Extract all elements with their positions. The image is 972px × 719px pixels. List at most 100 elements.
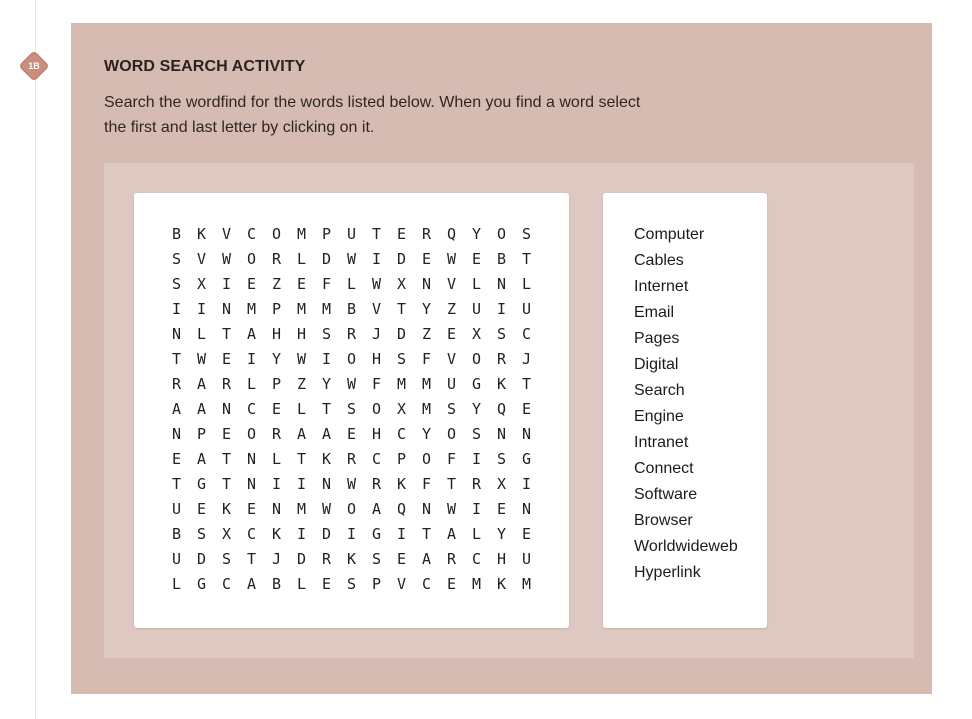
- grid-letter-cell[interactable]: C: [239, 522, 264, 547]
- grid-letter-cell[interactable]: E: [514, 397, 539, 422]
- grid-letter-cell[interactable]: F: [414, 347, 439, 372]
- grid-letter-cell[interactable]: I: [314, 347, 339, 372]
- grid-letter-cell[interactable]: E: [439, 572, 464, 597]
- grid-letter-cell[interactable]: Z: [414, 322, 439, 347]
- grid-letter-cell[interactable]: S: [464, 422, 489, 447]
- grid-letter-cell[interactable]: L: [264, 447, 289, 472]
- grid-letter-cell[interactable]: R: [439, 547, 464, 572]
- grid-letter-cell[interactable]: N: [514, 422, 539, 447]
- grid-letter-cell[interactable]: M: [239, 297, 264, 322]
- grid-letter-cell[interactable]: R: [164, 372, 189, 397]
- grid-letter-cell[interactable]: D: [389, 247, 414, 272]
- grid-letter-cell[interactable]: A: [239, 322, 264, 347]
- grid-letter-cell[interactable]: T: [414, 522, 439, 547]
- grid-letter-cell[interactable]: W: [314, 497, 339, 522]
- grid-letter-cell[interactable]: S: [489, 322, 514, 347]
- grid-letter-cell[interactable]: X: [464, 322, 489, 347]
- grid-letter-cell[interactable]: M: [389, 372, 414, 397]
- grid-letter-cell[interactable]: X: [489, 472, 514, 497]
- grid-letter-cell[interactable]: S: [364, 547, 389, 572]
- grid-letter-cell[interactable]: S: [214, 547, 239, 572]
- grid-letter-cell[interactable]: B: [489, 247, 514, 272]
- grid-letter-cell[interactable]: O: [239, 422, 264, 447]
- grid-letter-cell[interactable]: P: [364, 572, 389, 597]
- grid-letter-cell[interactable]: A: [189, 447, 214, 472]
- grid-letter-cell[interactable]: I: [339, 522, 364, 547]
- grid-letter-cell[interactable]: N: [164, 322, 189, 347]
- grid-letter-cell[interactable]: K: [489, 572, 514, 597]
- grid-letter-cell[interactable]: P: [189, 422, 214, 447]
- grid-letter-cell[interactable]: R: [264, 422, 289, 447]
- grid-letter-cell[interactable]: B: [164, 222, 189, 247]
- grid-letter-cell[interactable]: W: [439, 497, 464, 522]
- grid-letter-cell[interactable]: K: [214, 497, 239, 522]
- grid-letter-cell[interactable]: A: [164, 397, 189, 422]
- grid-letter-cell[interactable]: O: [264, 222, 289, 247]
- grid-letter-cell[interactable]: O: [239, 247, 264, 272]
- grid-letter-cell[interactable]: K: [314, 447, 339, 472]
- grid-letter-cell[interactable]: O: [489, 222, 514, 247]
- grid-letter-cell[interactable]: J: [364, 322, 389, 347]
- grid-letter-cell[interactable]: A: [289, 422, 314, 447]
- grid-letter-cell[interactable]: L: [514, 272, 539, 297]
- grid-letter-cell[interactable]: I: [514, 472, 539, 497]
- grid-letter-cell[interactable]: G: [514, 447, 539, 472]
- grid-letter-cell[interactable]: T: [314, 397, 339, 422]
- grid-letter-cell[interactable]: D: [314, 247, 339, 272]
- grid-letter-cell[interactable]: V: [389, 572, 414, 597]
- grid-letter-cell[interactable]: A: [189, 372, 214, 397]
- grid-letter-cell[interactable]: A: [189, 397, 214, 422]
- grid-letter-cell[interactable]: T: [164, 347, 189, 372]
- grid-letter-cell[interactable]: Y: [414, 297, 439, 322]
- grid-letter-cell[interactable]: N: [214, 397, 239, 422]
- grid-letter-cell[interactable]: M: [314, 297, 339, 322]
- grid-letter-cell[interactable]: W: [289, 347, 314, 372]
- grid-letter-cell[interactable]: L: [289, 247, 314, 272]
- grid-letter-cell[interactable]: K: [339, 547, 364, 572]
- grid-letter-cell[interactable]: W: [339, 472, 364, 497]
- grid-letter-cell[interactable]: W: [339, 372, 364, 397]
- grid-letter-cell[interactable]: D: [189, 547, 214, 572]
- grid-letter-cell[interactable]: Q: [439, 222, 464, 247]
- grid-letter-cell[interactable]: N: [239, 447, 264, 472]
- grid-letter-cell[interactable]: A: [239, 572, 264, 597]
- grid-letter-cell[interactable]: V: [189, 247, 214, 272]
- grid-letter-cell[interactable]: O: [339, 497, 364, 522]
- grid-letter-cell[interactable]: H: [364, 347, 389, 372]
- grid-letter-cell[interactable]: D: [314, 522, 339, 547]
- grid-letter-cell[interactable]: K: [489, 372, 514, 397]
- grid-letter-cell[interactable]: U: [464, 297, 489, 322]
- grid-letter-cell[interactable]: S: [164, 272, 189, 297]
- grid-letter-cell[interactable]: O: [439, 422, 464, 447]
- grid-letter-cell[interactable]: H: [489, 547, 514, 572]
- grid-letter-cell[interactable]: C: [464, 547, 489, 572]
- grid-letter-cell[interactable]: C: [214, 572, 239, 597]
- grid-letter-cell[interactable]: C: [389, 422, 414, 447]
- grid-letter-cell[interactable]: R: [339, 447, 364, 472]
- grid-letter-cell[interactable]: N: [264, 497, 289, 522]
- grid-letter-cell[interactable]: T: [514, 247, 539, 272]
- grid-letter-cell[interactable]: N: [514, 497, 539, 522]
- grid-letter-cell[interactable]: V: [214, 222, 239, 247]
- grid-letter-cell[interactable]: I: [464, 447, 489, 472]
- grid-letter-cell[interactable]: L: [339, 272, 364, 297]
- grid-letter-cell[interactable]: K: [264, 522, 289, 547]
- grid-letter-cell[interactable]: E: [389, 222, 414, 247]
- grid-letter-cell[interactable]: V: [364, 297, 389, 322]
- grid-letter-cell[interactable]: P: [314, 222, 339, 247]
- grid-letter-cell[interactable]: S: [339, 572, 364, 597]
- grid-letter-cell[interactable]: R: [214, 372, 239, 397]
- grid-letter-cell[interactable]: E: [289, 272, 314, 297]
- grid-letter-cell[interactable]: B: [264, 572, 289, 597]
- grid-letter-cell[interactable]: S: [314, 322, 339, 347]
- grid-letter-cell[interactable]: F: [439, 447, 464, 472]
- grid-letter-cell[interactable]: X: [389, 272, 414, 297]
- grid-letter-cell[interactable]: T: [214, 472, 239, 497]
- grid-letter-cell[interactable]: M: [514, 572, 539, 597]
- grid-letter-cell[interactable]: W: [439, 247, 464, 272]
- grid-letter-cell[interactable]: B: [164, 522, 189, 547]
- grid-letter-cell[interactable]: S: [339, 397, 364, 422]
- grid-letter-cell[interactable]: P: [264, 372, 289, 397]
- grid-letter-cell[interactable]: K: [189, 222, 214, 247]
- grid-letter-cell[interactable]: E: [214, 422, 239, 447]
